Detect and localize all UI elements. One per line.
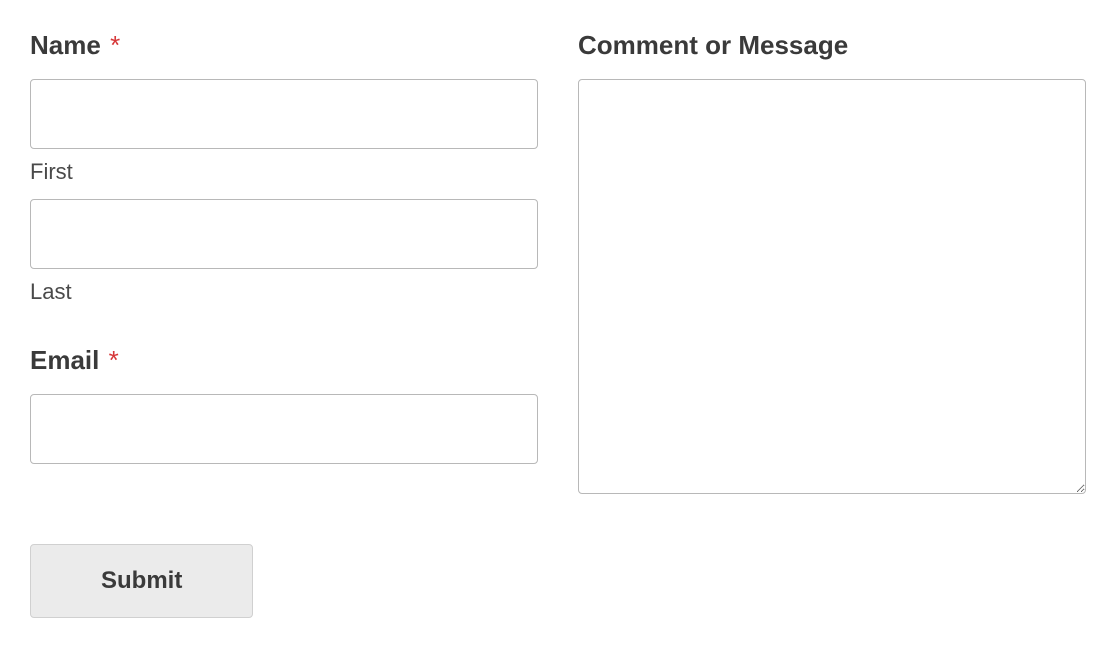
last-name-sublabel: Last <box>30 279 538 305</box>
email-label: Email * <box>30 345 538 376</box>
comment-textarea[interactable] <box>578 79 1086 494</box>
first-name-sublabel: First <box>30 159 538 185</box>
right-column: Comment or Message <box>578 30 1086 618</box>
email-field-group: Email * <box>30 345 538 464</box>
email-label-text: Email <box>30 345 99 375</box>
left-column: Name * First Last Email * Submit <box>30 30 538 618</box>
last-name-subfield: Last <box>30 199 538 305</box>
first-name-input[interactable] <box>30 79 538 149</box>
required-indicator: * <box>109 345 119 375</box>
submit-button[interactable]: Submit <box>30 544 253 618</box>
comment-label: Comment or Message <box>578 30 1086 61</box>
last-name-input[interactable] <box>30 199 538 269</box>
required-indicator: * <box>110 30 120 60</box>
comment-label-text: Comment or Message <box>578 30 848 60</box>
name-label: Name * <box>30 30 538 61</box>
comment-field-group: Comment or Message <box>578 30 1086 499</box>
email-input[interactable] <box>30 394 538 464</box>
contact-form: Name * First Last Email * Submit Comm <box>30 30 1086 618</box>
name-label-text: Name <box>30 30 101 60</box>
name-field-group: Name * First Last <box>30 30 538 305</box>
first-name-subfield: First <box>30 79 538 185</box>
